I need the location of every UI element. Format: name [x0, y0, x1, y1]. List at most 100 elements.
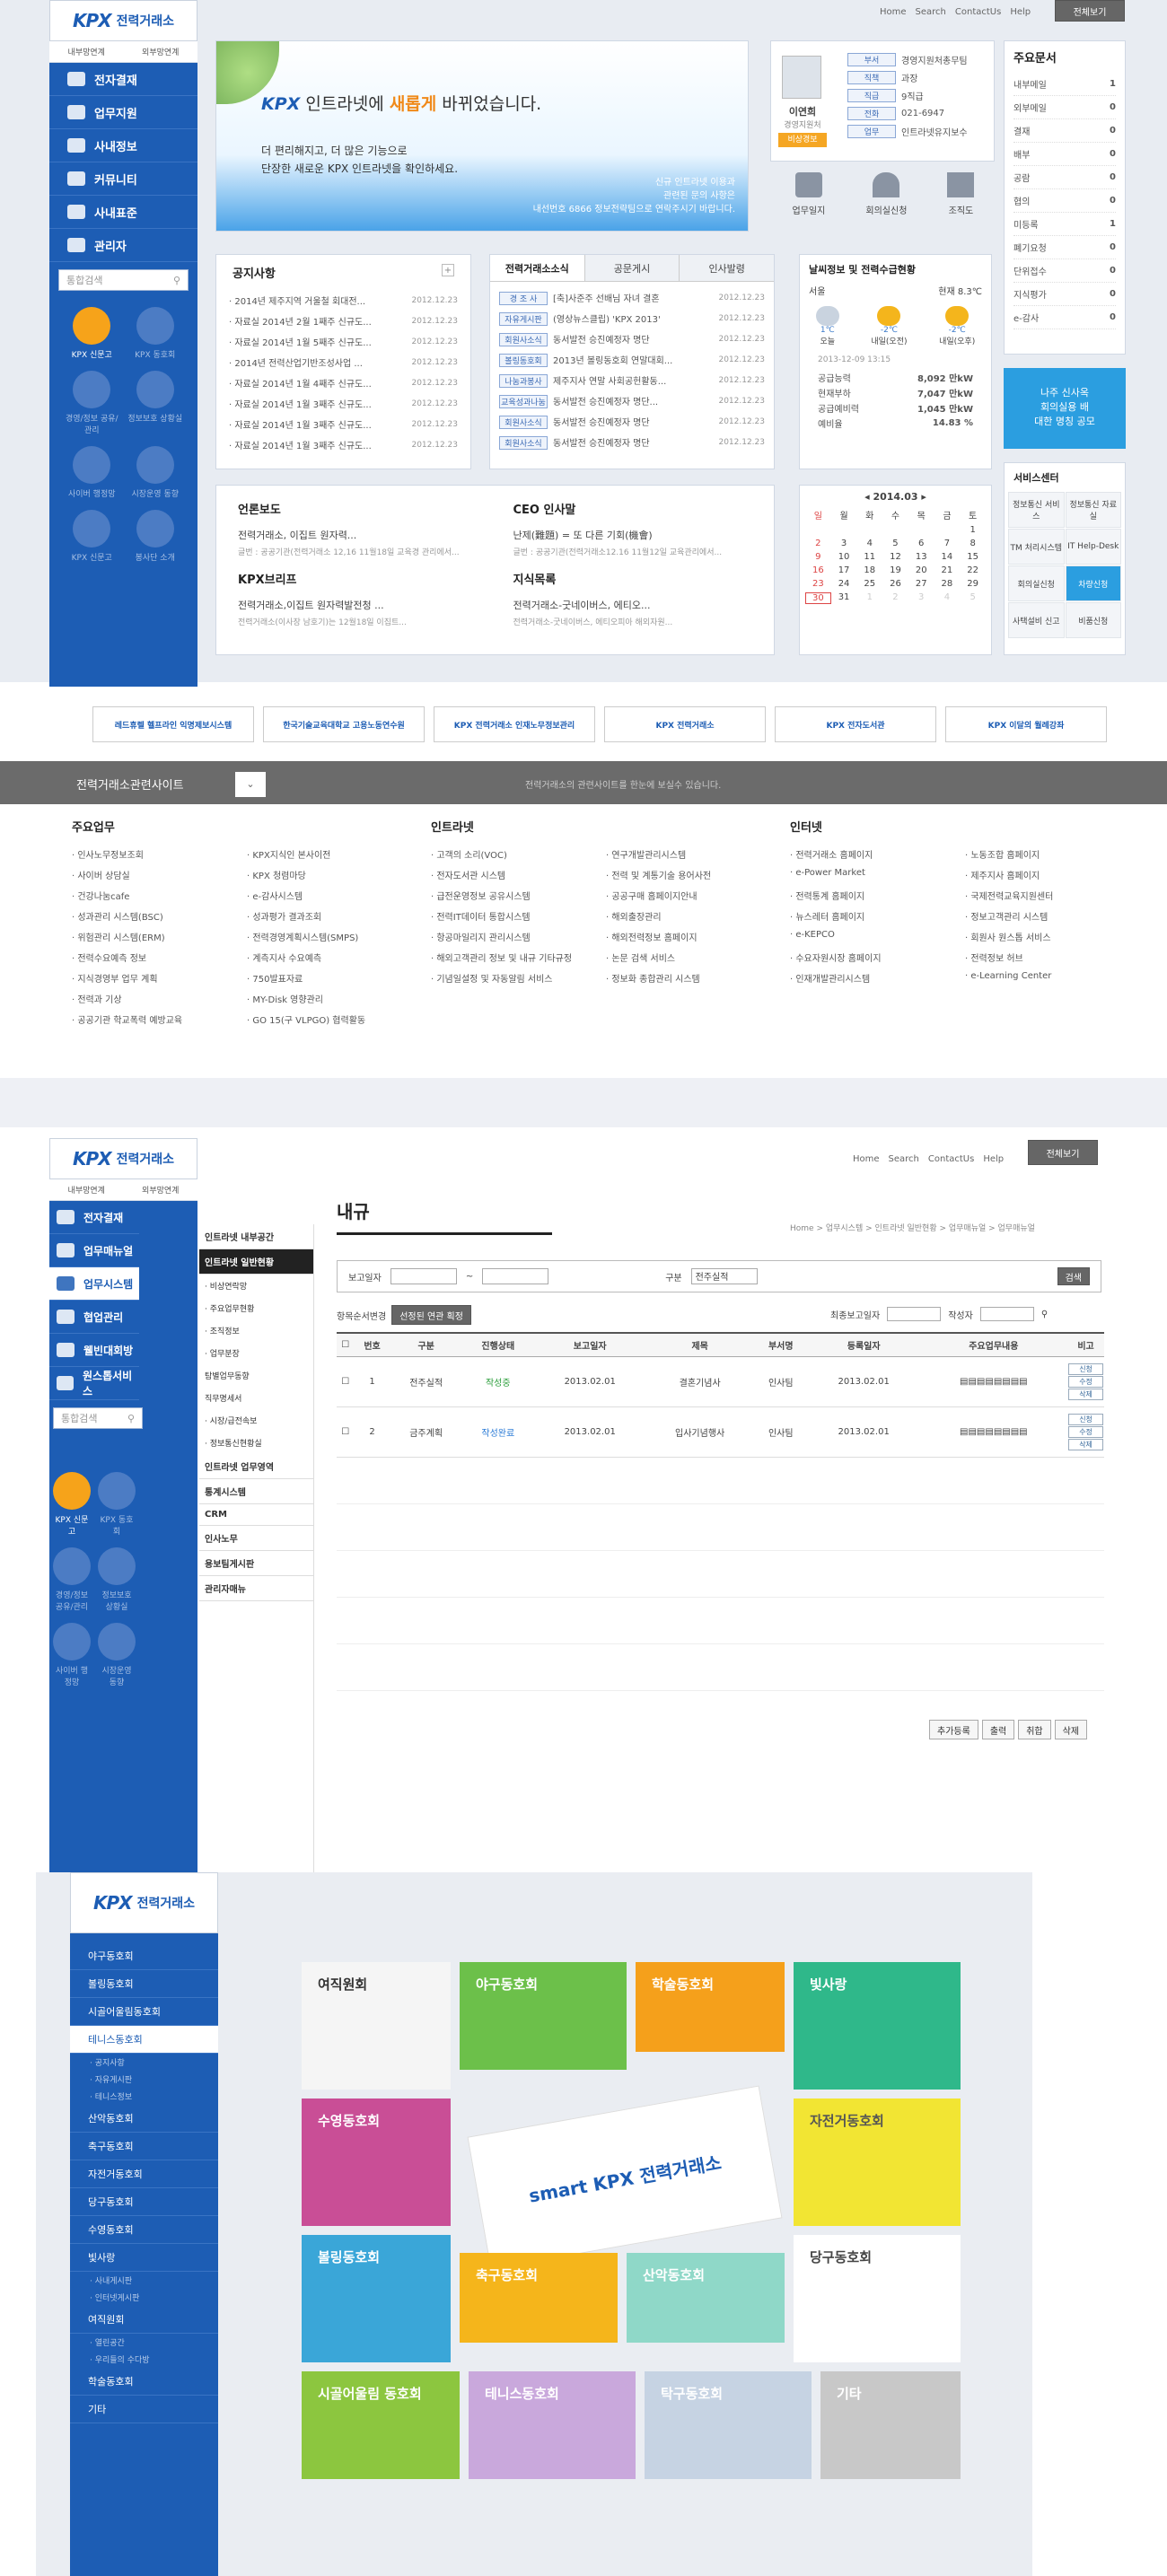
calendar-day[interactable]: 2	[882, 592, 908, 604]
sub-menu-item[interactable]: CRM	[199, 1504, 313, 1526]
row-action-button[interactable]: 신청	[1068, 1413, 1103, 1425]
service-item[interactable]: 비품신청	[1065, 602, 1121, 638]
calendar-day[interactable]: 1	[960, 525, 986, 535]
add-button[interactable]: 추가등록	[929, 1720, 978, 1739]
doc-item[interactable]: 지식평가 0	[1013, 283, 1116, 306]
related-link[interactable]: · 고객의 소리(VOC)	[431, 847, 606, 868]
calendar-day[interactable]: 23	[805, 579, 831, 589]
circle-link[interactable]: 봉사단 소개	[127, 510, 184, 563]
partner-banner[interactable]: KPX 전자도서관	[775, 706, 936, 742]
press-block[interactable]: 언론보도 전력거래소, 이집트 원자력... 글번 : 공공기관(전력거래소 12,…	[238, 500, 478, 557]
nav-approval[interactable]: 전자결재	[49, 63, 197, 96]
search-link[interactable]: Search	[916, 7, 946, 17]
doc-item[interactable]: 외부메일 0	[1013, 96, 1116, 119]
recent-date-input[interactable]	[887, 1307, 942, 1321]
date-from-select[interactable]	[390, 1268, 457, 1284]
related-link[interactable]: · 해외고객관리 정보 및 내규 기타규정	[431, 951, 606, 971]
club-menu-item[interactable]: · 테니스정보	[70, 2088, 218, 2105]
nav-community[interactable]: 커뮤니티	[49, 162, 197, 196]
tile-baseball[interactable]: 야구동호회	[460, 1962, 627, 2070]
press-block[interactable]: 지식목록 전력거래소-굿네이버스, 에티오... 전력거래소-굿네이버스, 에티오피…	[513, 570, 753, 627]
calendar-day[interactable]: 3	[908, 592, 934, 604]
related-link[interactable]: · 건강나눔cafe	[72, 889, 247, 909]
service-item[interactable]: 사택설비 신고	[1008, 602, 1065, 638]
club-menu-item[interactable]: 기타	[70, 2396, 218, 2423]
sub-menu-item[interactable]: · 시장/급전속보	[199, 1409, 313, 1432]
nav-admin[interactable]: 관리자	[49, 229, 197, 262]
calendar-day[interactable]	[934, 525, 961, 535]
calendar-day[interactable]: 21	[934, 565, 961, 575]
related-link[interactable]: · 지식경영부 업무 계획	[72, 971, 247, 992]
sub-menu-item[interactable]: 용보팀게시판	[199, 1551, 313, 1576]
calendar-day[interactable]: 29	[960, 579, 986, 589]
sub-menu-item[interactable]: · 정보통신현황실	[199, 1432, 313, 1454]
related-link[interactable]: · 계측지사 수요예측	[247, 951, 422, 971]
club-menu-item[interactable]: 학술동호회	[70, 2368, 218, 2396]
club-menu-item[interactable]: 빛사랑	[70, 2244, 218, 2272]
sub-menu-item[interactable]: · 업무분장	[199, 1342, 313, 1364]
related-link[interactable]: · 전력과 기상	[72, 992, 247, 1012]
all-view-button[interactable]: 전체보기	[1028, 1140, 1098, 1165]
calendar-day[interactable]: 20	[908, 565, 934, 575]
calendar-day[interactable]: 8	[960, 539, 986, 548]
home-link[interactable]: Home	[880, 7, 907, 17]
related-link[interactable]: · 급전운영정보 공유시스템	[431, 889, 606, 909]
calendar-day[interactable]: 22	[960, 565, 986, 575]
sub-menu-item[interactable]: 인트라넷 일반현황	[199, 1249, 313, 1275]
calendar-day[interactable]: 15	[960, 552, 986, 562]
calendar-day[interactable]: 30	[805, 592, 831, 604]
sub-menu-item[interactable]: 탐별업무동향	[199, 1364, 313, 1387]
news-item[interactable]: 교육성과나눔 동서발전 승진예정자 명단... 2012.12.23	[499, 390, 765, 411]
help-link[interactable]: Help	[983, 1154, 1004, 1164]
calendar-day[interactable]: 26	[882, 579, 908, 589]
search-link[interactable]: Search	[889, 1154, 919, 1164]
table-row[interactable]: ☐ 2 금주계획 작성완료 2013.02.01 입사기념행사 인사팀 2013.02.01 ▤…	[337, 1406, 1104, 1457]
calendar-day[interactable]: 4	[934, 592, 961, 604]
calendar-day[interactable]	[908, 525, 934, 535]
news-item[interactable]: 나눔과봉사 제주지사 연말 사회공헌활동... 2012.12.23	[499, 370, 765, 390]
sub-menu-item[interactable]: 통계시스템	[199, 1479, 313, 1504]
related-link[interactable]: · 전력통계 홈페이지	[790, 889, 965, 909]
promo-banner[interactable]: 나주 신사옥 회의실용 배 대한 명칭 공모	[1004, 368, 1126, 449]
notice-item[interactable]: · 자료실 2014년 1월 5째주 신규도... 2012.12.23	[229, 331, 458, 352]
sub-menu-item[interactable]: 인트라넷 내부공간	[199, 1224, 313, 1249]
partner-banner[interactable]: KPX 전력거래소	[604, 706, 766, 742]
calendar-day[interactable]: 13	[908, 552, 934, 562]
tile-pingpong[interactable]: 탁구동호회	[645, 2371, 812, 2479]
related-link[interactable]: · 제주지사 홈페이지	[965, 868, 1140, 889]
related-link[interactable]: · KPX 청렴마당	[247, 868, 422, 889]
tile-country[interactable]: 시골어울림 동호회	[302, 2371, 460, 2479]
nav-worksystem[interactable]: 업무시스템	[49, 1267, 139, 1301]
sub-menu-item[interactable]: · 조직정보	[199, 1319, 313, 1342]
related-link[interactable]: · 전력정보 허브	[965, 951, 1140, 971]
type-select[interactable]: 전주실적	[690, 1268, 758, 1284]
related-link[interactable]: · 논문 검색 서비스	[606, 951, 781, 971]
row-action-button[interactable]: 삭제	[1068, 1438, 1103, 1450]
tile-soccer[interactable]: 축구동호회	[460, 2253, 618, 2343]
calendar-day[interactable]: 3	[831, 539, 857, 548]
notice-item[interactable]: · 자료실 2014년 1월 3째주 신규도... 2012.12.23	[229, 393, 458, 414]
sub-menu-item[interactable]: 관리자매뉴	[199, 1576, 313, 1601]
writer-input[interactable]	[979, 1307, 1034, 1321]
doc-item[interactable]: 단위접수 0	[1013, 259, 1116, 283]
doc-item[interactable]: 내부메일 1	[1013, 73, 1116, 96]
doc-item[interactable]: 공람 0	[1013, 166, 1116, 189]
related-link[interactable]: · 해외출장관리	[606, 909, 781, 930]
circle-link[interactable]: KPX 신문고	[64, 307, 120, 360]
calendar-day[interactable]	[831, 525, 857, 535]
related-link[interactable]: · 정보화 종합관리 시스템	[606, 971, 781, 992]
calendar-day[interactable]: 27	[908, 579, 934, 589]
calendar-day[interactable]: 14	[934, 552, 961, 562]
notice-item[interactable]: · 2014년 제주지역 거울철 회대전... 2012.12.23	[229, 290, 458, 311]
next-month-button[interactable]: ▸	[918, 491, 926, 503]
related-link[interactable]: · e-감사시스템	[247, 889, 422, 909]
alert-badge[interactable]: 비상경보	[778, 133, 827, 147]
search-input[interactable]: 통합검색 ⚲	[53, 1407, 143, 1429]
circle-link[interactable]: KPX 신문고	[53, 1472, 91, 1537]
related-link[interactable]: · 기념일설정 및 자동알림 서비스	[431, 971, 606, 992]
related-link[interactable]: · GO 15(구 VLPGO) 협력활동	[247, 1012, 422, 1033]
sub-menu-item[interactable]: · 주요업무현황	[199, 1297, 313, 1319]
related-link[interactable]: · 인재개발관리시스템	[790, 971, 965, 992]
nav-onestop[interactable]: 원스톱서비스	[49, 1367, 139, 1400]
related-link[interactable]: · MY-Disk 영향관리	[247, 992, 422, 1012]
